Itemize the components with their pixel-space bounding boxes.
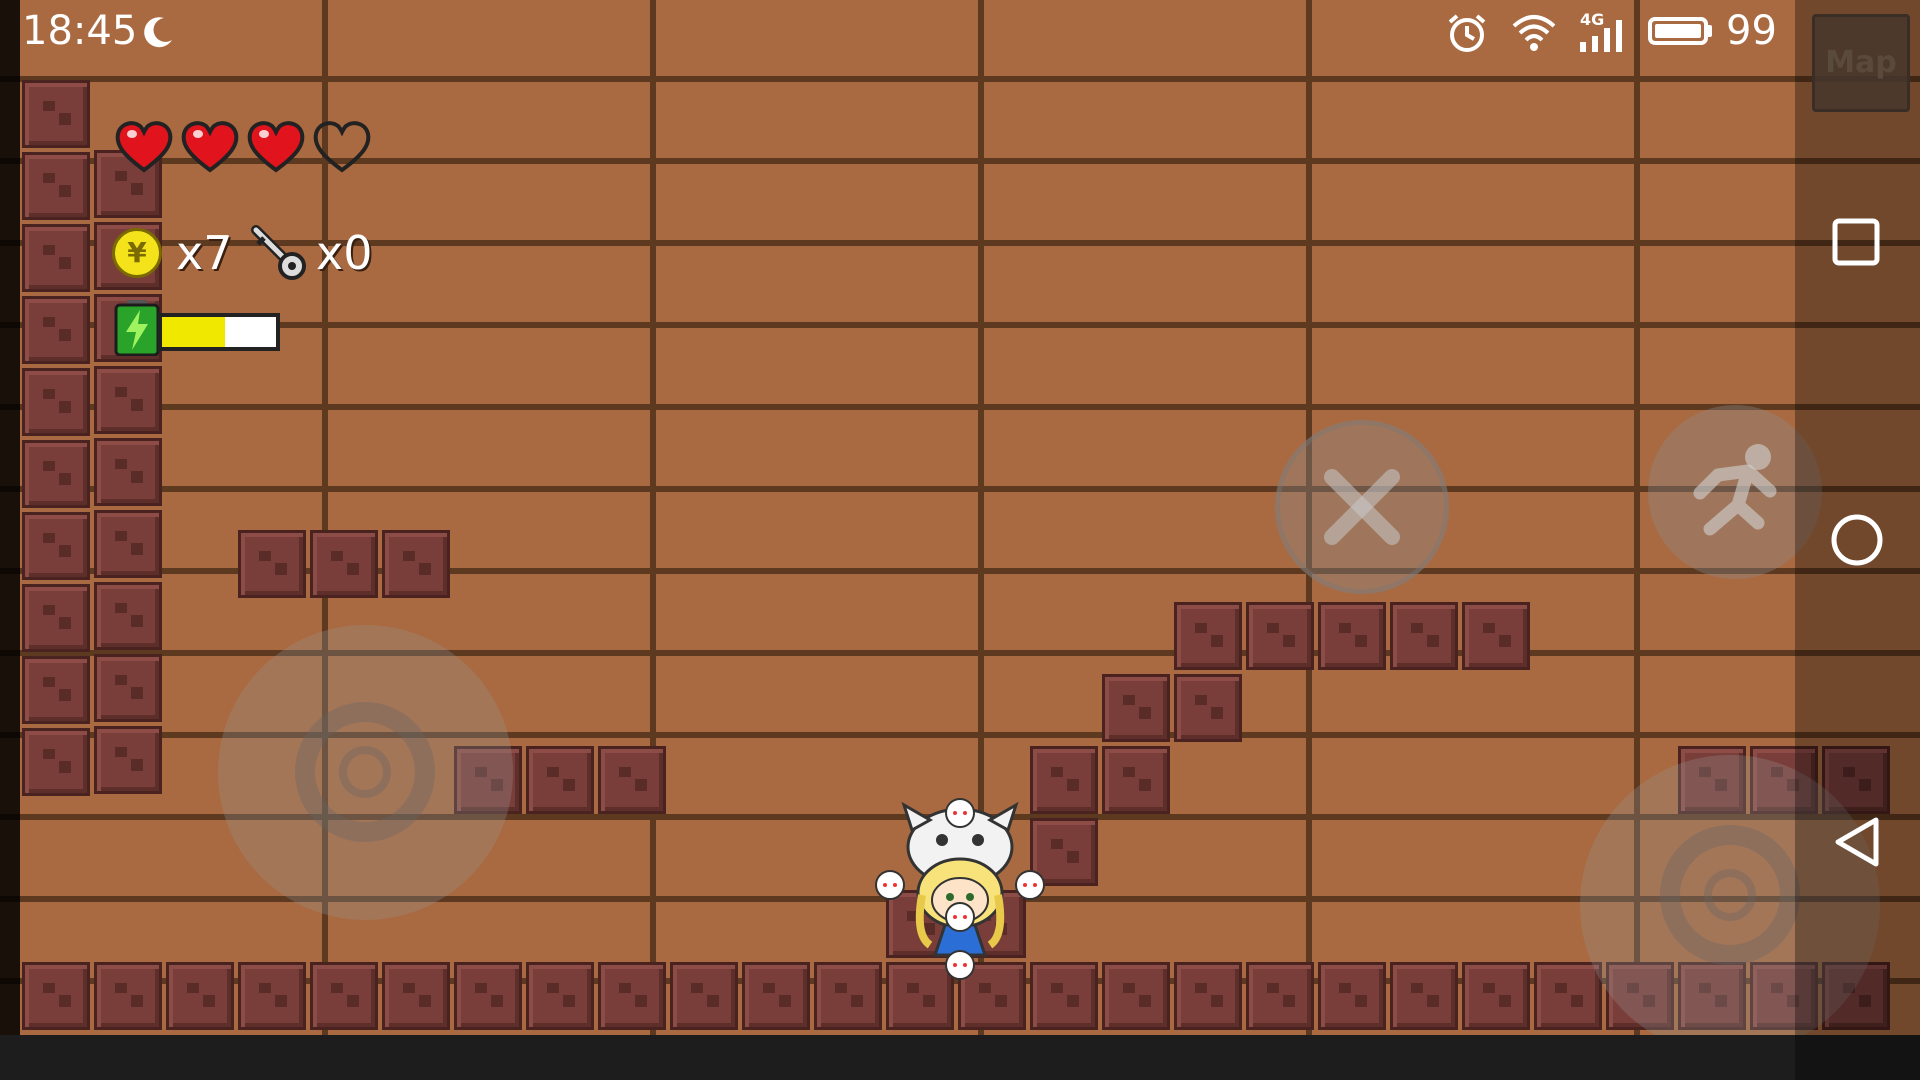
key-count: x0 <box>316 226 373 280</box>
brick-block <box>94 510 162 578</box>
coin-count: x7 <box>176 226 233 280</box>
brick-block <box>94 438 162 506</box>
recent-apps-button[interactable] <box>1832 218 1880 266</box>
close-icon <box>1324 469 1400 545</box>
triangle-back-icon <box>1835 817 1879 867</box>
brick-block <box>22 656 90 724</box>
brick-block <box>1246 962 1314 1030</box>
brick-block <box>310 962 378 1030</box>
brick-block <box>598 746 666 814</box>
home-button[interactable] <box>1830 513 1884 567</box>
brick-block <box>1390 602 1458 670</box>
brick-block <box>1102 674 1170 742</box>
brick-block <box>22 296 90 364</box>
brick-block <box>310 530 378 598</box>
brick-block <box>94 726 162 794</box>
brick-block <box>1462 962 1530 1030</box>
heart-full-icon <box>114 118 174 174</box>
brick-block <box>22 962 90 1030</box>
brick-block <box>94 582 162 650</box>
moon-icon <box>138 14 176 52</box>
back-button[interactable] <box>1832 816 1882 868</box>
brick-block <box>94 366 162 434</box>
brick-block <box>22 728 90 796</box>
brick-block <box>238 530 306 598</box>
battery-energy-icon <box>114 300 160 357</box>
brick-block <box>22 152 90 220</box>
brick-block <box>1390 962 1458 1030</box>
clock-time: 18:45 <box>22 8 138 54</box>
brick-block <box>1318 602 1386 670</box>
heart-full-icon <box>246 118 306 174</box>
cancel-button[interactable] <box>1275 420 1449 594</box>
brick-block <box>382 962 450 1030</box>
heart-empty-icon <box>312 118 372 174</box>
energy-bar <box>158 313 280 351</box>
key-icon <box>248 222 310 282</box>
brick-block <box>1318 962 1386 1030</box>
brick-block <box>742 962 810 1030</box>
brick-block <box>94 962 162 1030</box>
screen-edge <box>0 0 20 1035</box>
alarm-icon <box>1446 12 1488 54</box>
brick-block <box>238 962 306 1030</box>
energy-bar-fill <box>162 317 225 347</box>
brick-block <box>1246 602 1314 670</box>
brick-block <box>166 962 234 1030</box>
brick-block <box>526 962 594 1030</box>
wifi-icon <box>1510 12 1558 54</box>
brick-block <box>22 440 90 508</box>
brick-block <box>1174 602 1242 670</box>
brick-block <box>382 530 450 598</box>
brick-block <box>22 224 90 292</box>
brick-block <box>1174 962 1242 1030</box>
brick-block <box>1174 674 1242 742</box>
move-joystick[interactable] <box>218 625 513 920</box>
brick-block <box>670 962 738 1030</box>
signal-icon <box>1578 18 1628 52</box>
crosshair-icon <box>295 702 435 842</box>
screen-bottom-edge <box>0 1035 1920 1080</box>
square-icon <box>1832 218 1880 266</box>
brick-block <box>1102 746 1170 814</box>
brick-block <box>94 654 162 722</box>
battery-tip <box>1708 25 1712 37</box>
brick-block <box>526 746 594 814</box>
battery-icon <box>1648 17 1708 45</box>
coin-icon: ¥ <box>112 228 162 278</box>
player-character <box>860 785 1060 985</box>
brick-block <box>22 512 90 580</box>
brick-block <box>22 584 90 652</box>
game-screen: ¥ x7 x0 Map 18:45 4G 99 <box>0 0 1920 1080</box>
brick-block <box>1462 602 1530 670</box>
brick-block <box>454 962 522 1030</box>
battery-level: 99 <box>1726 8 1777 54</box>
brick-block <box>22 80 90 148</box>
brick-block <box>1102 962 1170 1030</box>
circle-icon <box>1831 514 1883 566</box>
status-bar: 18:45 4G 99 <box>0 0 1920 64</box>
brick-block <box>22 368 90 436</box>
heart-full-icon <box>180 118 240 174</box>
brick-block <box>598 962 666 1030</box>
